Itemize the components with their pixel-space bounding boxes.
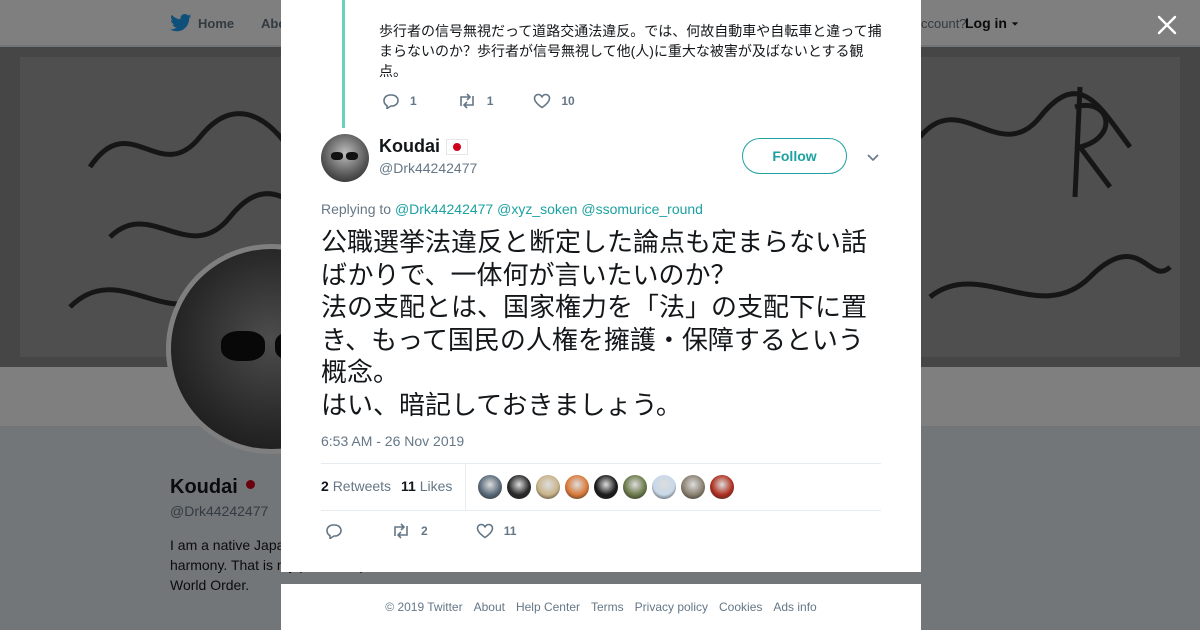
reply-button[interactable] [325, 523, 343, 539]
tweet-timestamp[interactable]: 6:53 AM - 26 Nov 2019 [321, 433, 464, 449]
tweet-modal: 歩行者の信号無視だって道路交通法違反。では、何故自動車や自転車と違って捕まらない… [281, 0, 921, 572]
footer-link-about[interactable]: About [474, 600, 505, 614]
footer-link-ads[interactable]: Ads info [773, 600, 816, 614]
heart-icon [476, 523, 493, 539]
avatar-sunglasses-right [346, 152, 358, 160]
liker-avatar[interactable] [652, 475, 676, 499]
reply-icon [326, 524, 342, 539]
likes-stat[interactable]: 11 Likes [401, 478, 452, 494]
divider [465, 464, 466, 510]
footer-link-terms[interactable]: Terms [591, 600, 624, 614]
footer-link-cookies[interactable]: Cookies [719, 600, 762, 614]
like-count: 11 [503, 524, 517, 538]
liker-avatar[interactable] [594, 475, 618, 499]
follow-button[interactable]: Follow [742, 138, 847, 174]
divider [321, 463, 881, 464]
liker-avatar[interactable] [478, 475, 502, 499]
retweets-stat[interactable]: 2 Retweets [321, 478, 391, 494]
previous-tweet-actions: 1 1 10 [382, 93, 615, 109]
mention-link[interactable]: @Drk44242477 [395, 201, 493, 217]
like-button[interactable]: 10 [533, 93, 575, 109]
close-icon[interactable] [1154, 12, 1180, 38]
heart-icon [534, 93, 551, 109]
tweet-stats: 2 Retweets 11 Likes [321, 478, 452, 494]
divider [321, 510, 881, 511]
replying-to: Replying to @Drk44242477 @xyz_soken @sso… [321, 201, 703, 217]
replying-prefix: Replying to [321, 201, 392, 217]
footer-copyright: © 2019 Twitter [385, 600, 463, 614]
mention-link[interactable]: @xyz_soken [497, 201, 577, 217]
like-count: 10 [561, 94, 575, 108]
retweet-icon [394, 523, 408, 539]
retweet-count: 2 [421, 524, 428, 538]
chevron-down-icon[interactable] [866, 150, 880, 164]
retweet-count: 1 [486, 94, 494, 108]
footer-link-privacy[interactable]: Privacy policy [635, 600, 708, 614]
author-handle[interactable]: @Drk44242477 [379, 160, 477, 176]
japan-flag-icon [446, 138, 468, 155]
footer-link-help[interactable]: Help Center [516, 600, 580, 614]
liker-avatar[interactable] [507, 475, 531, 499]
liker-avatar[interactable] [536, 475, 560, 499]
previous-tweet-text: 歩行者の信号無視だって道路交通法違反。では、何故自動車や自転車と違って捕まらない… [379, 23, 882, 79]
tweet-text: 公職選挙法違反と断定した論点も定まらない話ばかりで、一体何が言いたいのか？ 法の… [321, 227, 868, 420]
retweet-icon [459, 93, 474, 109]
liker-avatar[interactable] [565, 475, 589, 499]
like-button[interactable]: 11 [476, 523, 517, 539]
mention-link[interactable]: @ssomurice_round [581, 201, 703, 217]
footer: © 2019 Twitter About Help Center Terms P… [281, 584, 921, 630]
retweet-button[interactable]: 2 [391, 523, 428, 539]
liker-avatar[interactable] [710, 475, 734, 499]
liker-avatars [478, 475, 734, 499]
tweet-actions: 2 11 [325, 523, 564, 539]
avatar-sunglasses-left [331, 152, 343, 160]
retweet-button[interactable]: 1 [457, 93, 494, 109]
reply-count: 1 [410, 94, 417, 108]
author-name[interactable]: Koudai [379, 136, 468, 157]
author-avatar[interactable] [321, 134, 369, 182]
reply-icon [383, 94, 399, 109]
thread-connector [342, 0, 345, 128]
liker-avatar[interactable] [623, 475, 647, 499]
reply-button[interactable]: 1 [382, 93, 417, 109]
liker-avatar[interactable] [681, 475, 705, 499]
